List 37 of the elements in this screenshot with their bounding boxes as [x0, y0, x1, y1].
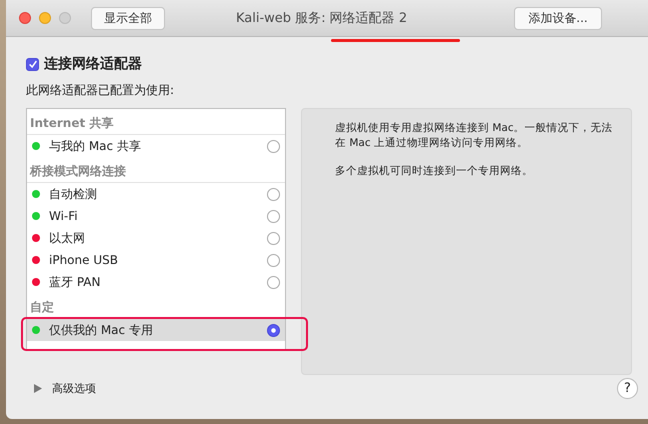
- option-label: iPhone USB: [49, 253, 119, 267]
- radio-button[interactable]: [267, 254, 280, 266]
- network-option[interactable]: 自动检测: [27, 183, 285, 205]
- subtitle: 此网络适配器已配置为使用:: [26, 82, 176, 99]
- section-heading: Internet 共享: [27, 109, 285, 135]
- radio-button[interactable]: [267, 324, 280, 336]
- show-all-button[interactable]: 显示全部: [91, 6, 165, 30]
- network-option[interactable]: iPhone USB: [27, 249, 285, 271]
- option-label: 仅供我的 Mac 专用: [49, 322, 154, 338]
- description-text: 多个虚拟机可同时连接到一个专用网络。: [335, 164, 534, 179]
- radio-button[interactable]: [267, 232, 280, 244]
- option-label: 以太网: [49, 230, 86, 246]
- section-heading: 桥接模式网络连接: [27, 157, 285, 183]
- disclosure-triangle-icon[interactable]: [34, 384, 42, 393]
- radio-button[interactable]: [267, 140, 280, 152]
- advanced-options-label[interactable]: 高级选项: [52, 381, 96, 396]
- close-button[interactable]: [19, 12, 31, 24]
- checkbox[interactable]: [26, 58, 39, 70]
- network-option[interactable]: 与我的 Mac 共享: [27, 135, 285, 157]
- add-device-button[interactable]: 添加设备...: [514, 6, 602, 30]
- option-label: 蓝牙 PAN: [49, 274, 102, 290]
- network-option[interactable]: 仅供我的 Mac 专用: [27, 319, 285, 341]
- radio-button[interactable]: [267, 276, 280, 288]
- minimize-button[interactable]: [39, 12, 51, 24]
- checkbox-label: 连接网络适配器: [44, 55, 142, 73]
- zoom-button[interactable]: [59, 12, 71, 24]
- radio-button[interactable]: [267, 210, 280, 222]
- network-option[interactable]: 以太网: [27, 227, 285, 249]
- window-title: Kali-web 服务: 网络适配器 2: [236, 10, 408, 27]
- option-label: Wi-Fi: [49, 209, 79, 223]
- help-button[interactable]: ?: [617, 378, 638, 399]
- network-option[interactable]: Wi-Fi: [27, 205, 285, 227]
- radio-button[interactable]: [267, 188, 280, 200]
- description-text: 虚拟机使用专用虚拟网络连接到 Mac。一般情况下，无法在 Mac 上通过物理网络访问专用网络。: [335, 121, 613, 151]
- network-option[interactable]: 蓝牙 PAN: [27, 271, 285, 293]
- option-label: 与我的 Mac 共享: [49, 138, 142, 154]
- option-label: 自动检测: [49, 186, 98, 202]
